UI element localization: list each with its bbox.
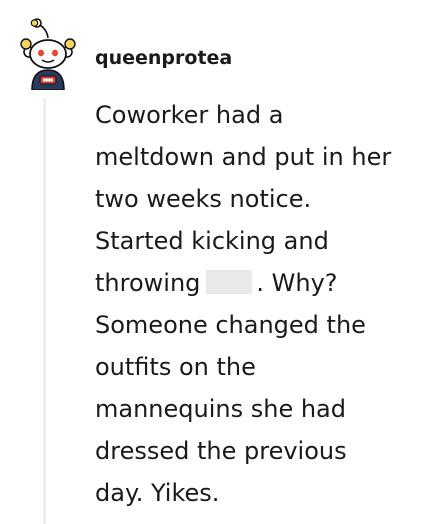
comment-body-line: Someone changed the xyxy=(95,311,366,339)
comment-body-line: Started kicking and xyxy=(95,227,329,255)
snoo-avatar-icon[interactable] xyxy=(20,14,76,90)
comment-body-line: Coworker had a xyxy=(95,101,284,129)
comment-body-line-redacted: throwing . Why? xyxy=(95,262,435,304)
comment-body-line: dressed the previous xyxy=(95,437,347,465)
comment-body-line: day. Yikes. xyxy=(95,479,220,507)
redacted-block xyxy=(206,270,253,294)
comment-body-line: meltdown and put in her xyxy=(95,143,392,171)
comment-body-fragment: . Why? xyxy=(256,269,338,297)
comment-body-line: mannequins she had xyxy=(95,395,346,423)
comment-body: Coworker had a meltdown and put in her t… xyxy=(95,94,435,514)
comment-body-line: outfits on the xyxy=(95,353,256,381)
comment-body-fragment: throwing xyxy=(95,269,201,297)
comment: queenprotea Coworker had a meltdown and … xyxy=(0,0,446,524)
comment-body-line: two weeks notice. xyxy=(95,185,312,213)
comment-author-username[interactable]: queenprotea xyxy=(95,44,232,72)
thread-collapse-line[interactable] xyxy=(43,98,46,524)
